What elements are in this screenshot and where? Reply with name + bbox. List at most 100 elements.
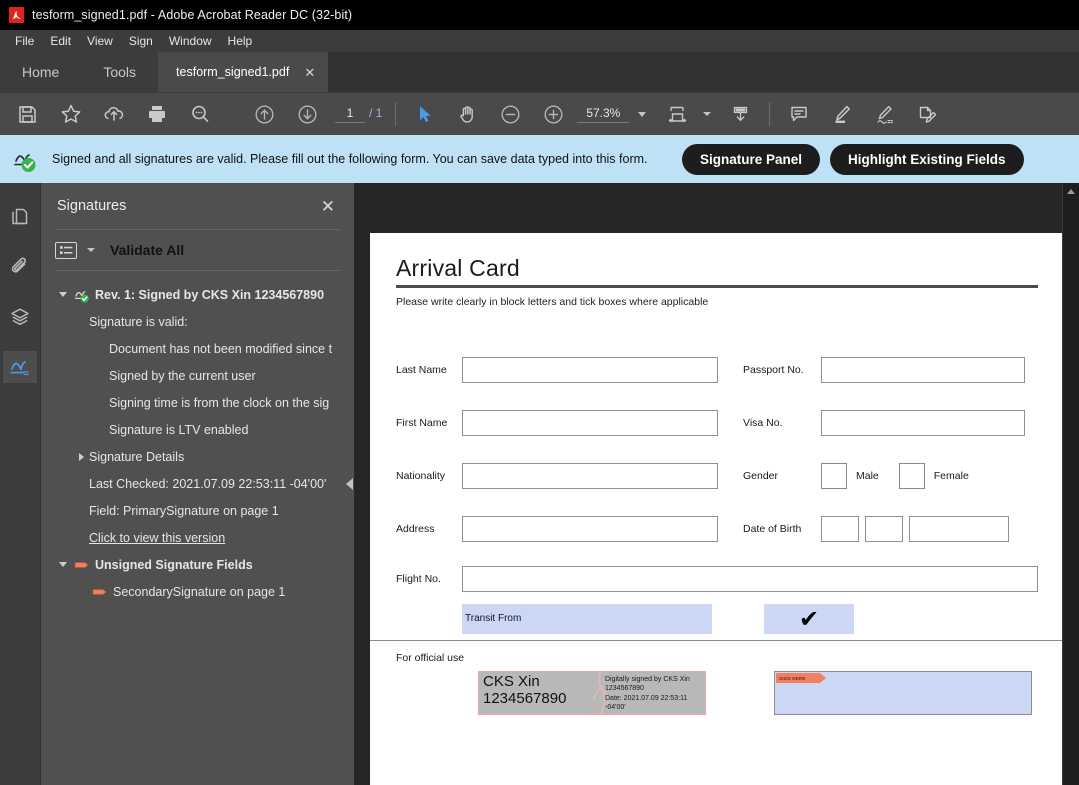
sign-icon[interactable] bbox=[863, 95, 906, 133]
secondary-signature-field[interactable]: SIGN HERE bbox=[774, 671, 1032, 715]
page-number-input[interactable]: 1 bbox=[335, 106, 365, 123]
signature-bar-message: Signed and all signatures are valid. Ple… bbox=[52, 152, 648, 167]
close-icon[interactable]: ✕ bbox=[316, 196, 340, 217]
highlight-icon[interactable] bbox=[820, 95, 863, 133]
dob-month-input[interactable] bbox=[865, 516, 903, 542]
tree-item-label: Document has not been modified since t bbox=[109, 341, 333, 356]
tree-item-unsigned[interactable]: Unsigned Signature Fields bbox=[41, 551, 354, 578]
tree-item-rev1[interactable]: Rev. 1: Signed by CKS Xin 1234567890 bbox=[41, 281, 354, 308]
window-title-bar: tesform_signed1.pdf - Adobe Acrobat Read… bbox=[0, 0, 1079, 30]
select-cursor-icon[interactable] bbox=[403, 95, 446, 133]
menu-sign[interactable]: Sign bbox=[121, 32, 161, 50]
transit-from-input[interactable]: Transit From bbox=[462, 603, 712, 634]
tree-item-secondary[interactable]: SecondarySignature on page 1 bbox=[41, 578, 354, 605]
hand-tool-icon[interactable] bbox=[446, 95, 489, 133]
tree-item-label[interactable]: Click to view this version bbox=[89, 531, 225, 545]
tree-item-field[interactable]: Field: PrimarySignature on page 1 bbox=[41, 497, 354, 524]
gender-female-checkbox[interactable] bbox=[898, 463, 925, 489]
tree-item-viewver[interactable]: Click to view this version bbox=[41, 524, 354, 551]
tree-item-signtime[interactable]: Signing time is from the clock on the si… bbox=[41, 389, 354, 416]
row-last-name-passport: Last Name Passport No. bbox=[396, 344, 1038, 397]
fill-and-sign-icon[interactable] bbox=[906, 95, 949, 133]
menu-view[interactable]: View bbox=[79, 32, 121, 50]
pdf-page: Arrival Card Please write clearly in blo… bbox=[370, 233, 1062, 785]
menu-help[interactable]: Help bbox=[220, 32, 261, 50]
visa-no-input[interactable] bbox=[821, 410, 1025, 436]
nationality-label: Nationality bbox=[396, 470, 446, 482]
dob-day-input[interactable] bbox=[821, 516, 859, 542]
menu-bar: File Edit View Sign Window Help bbox=[0, 30, 1079, 52]
highlight-existing-fields-button[interactable]: Highlight Existing Fields bbox=[830, 144, 1024, 175]
primary-signature-stamp[interactable]: CKS Xin 1234567890 Digitally signed by C… bbox=[478, 671, 706, 715]
validate-all-label: Validate All bbox=[110, 242, 185, 258]
transit-tick-checkbox[interactable]: ✔ bbox=[764, 603, 854, 634]
row-transit: Transit From ✔ bbox=[396, 603, 1038, 634]
upload-cloud-icon[interactable] bbox=[92, 95, 135, 133]
page-thumbnails-icon[interactable] bbox=[3, 201, 37, 233]
tab-document[interactable]: tesform_signed1.pdf ✕ bbox=[158, 52, 329, 92]
address-label: Address bbox=[396, 523, 435, 535]
scroll-mode-icon[interactable] bbox=[719, 95, 762, 133]
zoom-in-icon[interactable] bbox=[532, 95, 575, 133]
stamp-meta-line-2: 1234567890 bbox=[605, 685, 644, 693]
vertical-scrollbar[interactable] bbox=[1062, 183, 1079, 785]
close-icon[interactable]: ✕ bbox=[301, 64, 318, 81]
previous-page-icon[interactable] bbox=[243, 95, 286, 133]
unsigned-field-icon bbox=[89, 587, 113, 597]
scrollbar-track[interactable] bbox=[1063, 200, 1079, 785]
document-viewer[interactable]: Arrival Card Please write clearly in blo… bbox=[354, 183, 1062, 785]
tree-item-label: Last Checked: 2021.07.09 22:53:11 -04'00… bbox=[89, 476, 327, 491]
tree-item-lastchecked[interactable]: Last Checked: 2021.07.09 22:53:11 -04'00… bbox=[41, 470, 354, 497]
signatures-icon[interactable] bbox=[3, 351, 37, 383]
row-flight-no: Flight No. bbox=[396, 556, 1038, 602]
search-icon[interactable] bbox=[178, 95, 221, 133]
page-total-label: / 1 bbox=[369, 105, 383, 120]
nationality-input[interactable] bbox=[462, 463, 718, 489]
menu-edit[interactable]: Edit bbox=[42, 32, 79, 50]
fit-page-chevron-down-icon[interactable] bbox=[703, 112, 712, 116]
form-title: Arrival Card bbox=[396, 255, 520, 281]
validate-list-icon[interactable] bbox=[55, 241, 77, 259]
validate-chevron-down-icon[interactable] bbox=[87, 248, 95, 252]
dob-year-input[interactable] bbox=[909, 516, 1009, 542]
collapse-panel-icon[interactable] bbox=[346, 478, 353, 490]
flight-no-input[interactable] bbox=[462, 565, 1038, 592]
tree-item-notmod[interactable]: Document has not been modified since t bbox=[41, 335, 354, 362]
zoom-control[interactable]: 57.3% bbox=[577, 106, 647, 123]
tree-item-details[interactable]: Signature Details bbox=[41, 443, 354, 470]
menu-window[interactable]: Window bbox=[161, 32, 220, 50]
comment-icon[interactable] bbox=[777, 95, 820, 133]
signature-area: CKS Xin 1234567890 Digitally signed by C… bbox=[396, 671, 1038, 715]
zoom-out-icon[interactable] bbox=[489, 95, 532, 133]
address-input[interactable] bbox=[462, 516, 718, 542]
signature-panel-button[interactable]: Signature Panel bbox=[682, 144, 821, 175]
chevron-right-icon[interactable] bbox=[73, 452, 89, 461]
chevron-down-icon[interactable] bbox=[638, 111, 647, 117]
signatures-panel: Signatures ✕ Validate All Rev. 1: Signed… bbox=[41, 183, 354, 785]
chevron-down-icon[interactable] bbox=[55, 562, 71, 567]
print-icon[interactable] bbox=[135, 95, 178, 133]
gender-male-checkbox[interactable] bbox=[821, 463, 847, 489]
scroll-up-arrow-icon[interactable] bbox=[1063, 183, 1079, 200]
tree-item-ltv[interactable]: Signature is LTV enabled bbox=[41, 416, 354, 443]
chevron-down-icon[interactable] bbox=[55, 292, 71, 297]
tree-item-valid[interactable]: Signature is valid: bbox=[41, 308, 354, 335]
fit-page-icon[interactable] bbox=[656, 95, 699, 133]
tree-item-curuser[interactable]: Signed by the current user bbox=[41, 362, 354, 389]
save-icon[interactable] bbox=[6, 95, 49, 133]
acrobat-logo-icon bbox=[9, 7, 24, 23]
attachments-icon[interactable] bbox=[3, 251, 37, 283]
tab-tools[interactable]: Tools bbox=[81, 52, 159, 92]
star-icon[interactable] bbox=[49, 95, 92, 133]
zoom-level-value[interactable]: 57.3% bbox=[577, 106, 630, 123]
last-name-label: Last Name bbox=[396, 364, 447, 376]
tree-item-label: Signed by the current user bbox=[109, 368, 256, 383]
first-name-input[interactable] bbox=[462, 410, 718, 436]
next-page-icon[interactable] bbox=[286, 95, 329, 133]
tab-home[interactable]: Home bbox=[0, 52, 82, 92]
menu-file[interactable]: File bbox=[7, 32, 42, 50]
layers-icon[interactable] bbox=[3, 301, 37, 333]
passport-no-input[interactable] bbox=[821, 357, 1025, 383]
last-name-input[interactable] bbox=[462, 357, 718, 383]
validate-all-row[interactable]: Validate All bbox=[41, 230, 354, 270]
